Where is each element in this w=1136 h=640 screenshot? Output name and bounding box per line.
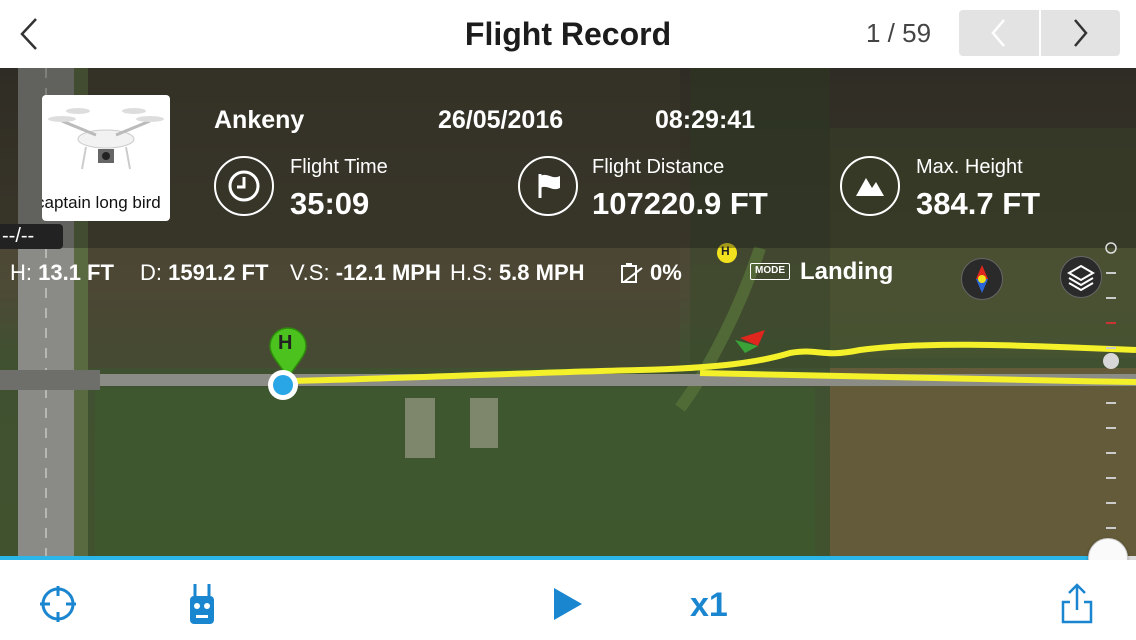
flight-time-of-day: 08:29:41 <box>655 106 756 134</box>
previous-record-button[interactable] <box>959 10 1039 56</box>
playback-toolbar: x1 <box>0 560 1136 640</box>
distance-label: D: <box>140 260 162 285</box>
flight-map[interactable]: H H captain long bird Ankeny 26/05/2016 … <box>0 68 1136 558</box>
remote-controller-icon <box>190 584 214 624</box>
record-nav-group <box>959 10 1120 56</box>
next-record-button[interactable] <box>1041 10 1121 56</box>
remote-controller-button[interactable] <box>182 580 222 628</box>
telemetry-horizontal-speed: H.S: 5.8 MPH <box>450 260 585 286</box>
horizontal-speed-label: H.S: <box>450 260 493 285</box>
telemetry-battery: 0% <box>620 260 682 286</box>
flight-distance-value: 107220.9 FT <box>592 186 768 221</box>
compass-button[interactable] <box>961 258 1003 300</box>
flight-date: 26/05/2016 <box>438 106 564 134</box>
clock-icon <box>214 156 274 216</box>
altitude-scale <box>1103 242 1119 529</box>
horizontal-speed-value: 5.8 MPH <box>498 260 585 285</box>
battery-value: 0% <box>650 260 682 285</box>
layers-icon <box>1067 264 1095 292</box>
flight-info-panel: captain long bird Ankeny 26/05/2016 08:2… <box>0 68 1136 249</box>
home-marker-label: H <box>278 332 293 354</box>
header-bar: Flight Record 1 / 59 <box>0 0 1136 68</box>
locate-button[interactable] <box>36 582 80 626</box>
chevron-right-icon <box>1074 19 1088 47</box>
max-height-label: Max. Height <box>916 156 1023 178</box>
max-height-value: 384.7 FT <box>916 186 1041 221</box>
vertical-speed-label: V.S: <box>290 260 330 285</box>
crosshair-icon <box>40 586 76 622</box>
record-pager: 1 / 59 <box>866 18 932 48</box>
playback-speed-button[interactable]: x1 <box>690 586 728 625</box>
flight-time-value: 35:09 <box>290 186 370 221</box>
flight-distance-label: Flight Distance <box>592 156 725 178</box>
height-value: 13.1 FT <box>38 260 114 285</box>
drone-image <box>48 108 164 170</box>
compass-icon <box>976 265 988 293</box>
altitude-badge: --/-- <box>0 224 63 249</box>
share-icon <box>1061 583 1093 624</box>
height-label: H: <box>10 260 32 285</box>
flight-location: Ankeny <box>214 106 305 134</box>
map-layers-button[interactable] <box>1060 256 1102 298</box>
vertical-speed-value: -12.1 MPH <box>335 260 441 285</box>
flag-icon <box>518 156 578 216</box>
telemetry-vertical-speed: V.S: -12.1 MPH <box>290 260 441 286</box>
mountain-icon <box>840 156 900 216</box>
aircraft-name: captain long bird <box>42 193 161 212</box>
battery-icon <box>621 263 643 283</box>
mode-badge: MODE <box>750 263 790 280</box>
aircraft-thumbnail[interactable]: captain long bird <box>42 95 170 221</box>
share-button[interactable] <box>1056 580 1098 628</box>
distance-value: 1591.2 FT <box>168 260 269 285</box>
telemetry-height: H: 13.1 FT <box>10 260 114 286</box>
play-icon <box>554 588 582 620</box>
chevron-left-icon <box>991 19 1005 47</box>
flight-time-label: Flight Time <box>290 156 388 178</box>
play-button[interactable] <box>548 582 588 626</box>
telemetry-distance: D: 1591.2 FT <box>140 260 268 286</box>
flight-mode-value: Landing <box>800 258 894 285</box>
